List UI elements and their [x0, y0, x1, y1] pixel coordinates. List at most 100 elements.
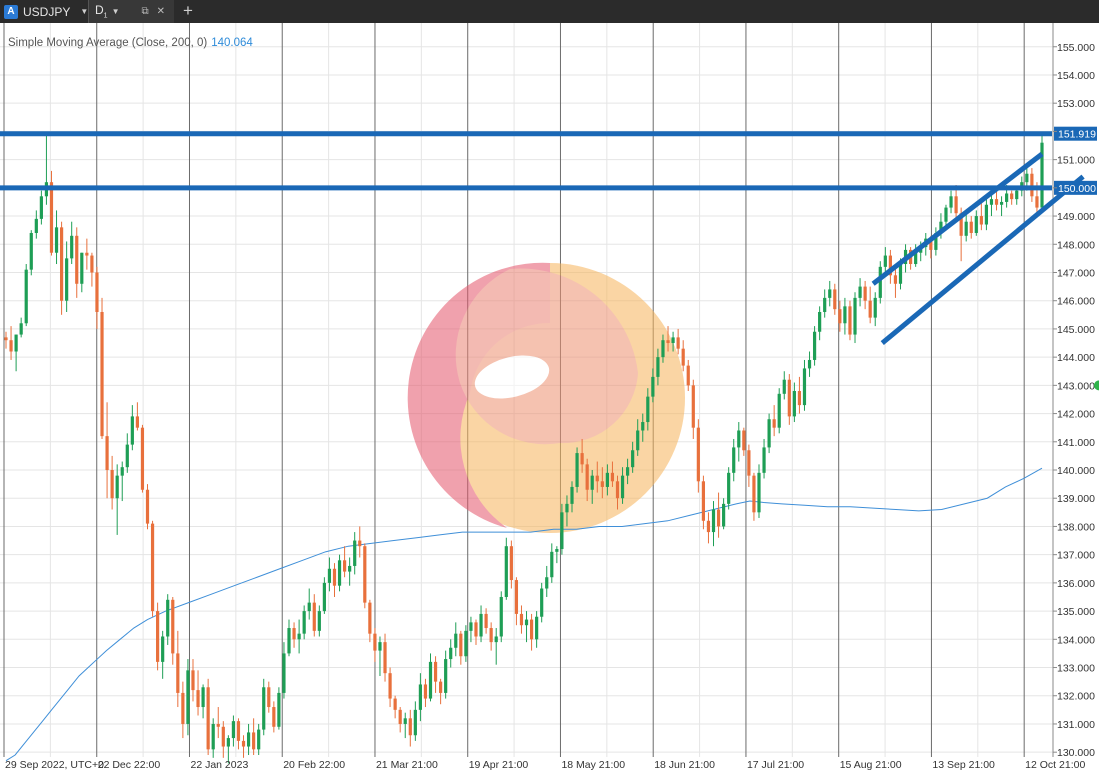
- candle: [257, 723, 261, 755]
- candle-body: [469, 622, 473, 631]
- time-tick-label: 12 Oct 21:00: [1025, 759, 1085, 771]
- candle: [863, 280, 867, 310]
- candle-body: [444, 659, 448, 693]
- candle-body: [828, 289, 832, 298]
- candle-body: [428, 661, 433, 699]
- candle-body: [358, 540, 362, 547]
- candle-body: [54, 227, 59, 253]
- candle-body: [34, 218, 38, 233]
- candle: [540, 582, 544, 623]
- candle: [459, 630, 463, 665]
- chevron-down-icon[interactable]: ▼: [112, 7, 120, 16]
- price-tick-label: 131.000: [1057, 719, 1095, 731]
- candle-body: [398, 709, 402, 724]
- candle-body: [540, 588, 544, 617]
- candle: [65, 241, 69, 312]
- candle: [297, 619, 301, 654]
- candle: [186, 659, 190, 736]
- candle: [156, 602, 160, 671]
- candle: [848, 300, 852, 341]
- candle-body: [716, 509, 721, 527]
- candle-body: [732, 447, 736, 473]
- candle-body: [322, 582, 326, 612]
- candle: [363, 543, 367, 609]
- candle-body: [100, 311, 104, 437]
- brand-watermark-logo: [407, 262, 685, 533]
- candle-body: [166, 599, 170, 637]
- time-tick-label: 20 Feb 22:00: [283, 759, 345, 771]
- time-axis[interactable]: 29 Sep 2022, UTC+022 Dec 22:00 22 Jan 202…: [5, 759, 1085, 771]
- candle-body: [196, 690, 200, 708]
- candle-body: [752, 475, 756, 513]
- candle: [706, 512, 711, 544]
- candle: [80, 252, 84, 293]
- candle-body: [863, 286, 867, 301]
- candle: [378, 636, 382, 676]
- candle-body: [666, 340, 670, 344]
- candle: [120, 461, 124, 502]
- candle-body: [140, 427, 145, 490]
- candle-body: [403, 718, 407, 724]
- candle: [474, 619, 478, 645]
- candle-body: [75, 235, 79, 284]
- candle: [44, 134, 49, 205]
- candle: [312, 594, 316, 637]
- candle: [85, 238, 89, 270]
- price-axis[interactable]: 155.000 154.000 153.000 151.000 149.000 148.0…: [1053, 42, 1099, 759]
- candle: [403, 712, 407, 739]
- candle: [95, 266, 99, 329]
- price-tick-label: 136.000: [1057, 578, 1095, 590]
- candle-body: [267, 687, 271, 708]
- candle-body: [686, 365, 690, 386]
- candle-body: [206, 687, 210, 750]
- price-tick-label: 142.000: [1057, 409, 1095, 421]
- candle: [373, 628, 377, 662]
- candle: [550, 543, 554, 583]
- candle-body: [555, 549, 559, 552]
- candle-body: [499, 596, 503, 637]
- timeframe-tab[interactable]: D1 ▼ ⧉ ✕: [88, 0, 174, 23]
- candle-body: [70, 235, 74, 259]
- candle-body: [1025, 173, 1029, 183]
- time-tick-label: 17 Jul 21:00: [747, 759, 804, 771]
- candle: [75, 227, 79, 298]
- candle-body: [191, 670, 195, 691]
- candle: [797, 376, 802, 414]
- candle-body: [545, 577, 549, 589]
- candle: [272, 701, 276, 733]
- candle-body: [418, 684, 422, 710]
- candle-body: [150, 523, 155, 612]
- candle: [1030, 168, 1034, 202]
- candle: [267, 681, 271, 713]
- candle-body: [631, 450, 635, 468]
- candle: [499, 591, 503, 643]
- horizontal-levels[interactable]: 151.919 150.000: [0, 126, 1097, 195]
- price-chart[interactable]: 151.919 150.000 155.000 154.000 153.000 151.…: [0, 23, 1099, 771]
- candle-body: [373, 633, 377, 651]
- candle: [54, 210, 59, 265]
- candle-body: [1030, 173, 1034, 197]
- candle-body: [681, 348, 685, 366]
- popout-icon[interactable]: ⧉: [142, 6, 149, 17]
- candle-body: [489, 628, 493, 643]
- candle-body: [14, 334, 18, 352]
- candle-body: [297, 633, 301, 640]
- candle: [878, 261, 882, 304]
- candle: [196, 670, 200, 716]
- candle: [742, 427, 746, 456]
- candle: [681, 340, 685, 372]
- timeframe-label: D1: [95, 3, 108, 20]
- candle: [171, 596, 175, 665]
- candle-body: [782, 379, 786, 394]
- candle-body: [378, 642, 382, 651]
- add-tab-button[interactable]: +: [178, 1, 198, 21]
- close-icon[interactable]: ✕: [157, 6, 165, 17]
- candle: [812, 326, 817, 366]
- candle-body: [636, 430, 640, 451]
- candle: [727, 467, 731, 510]
- candle: [762, 438, 766, 479]
- time-tick-label: 29 Sep 2022, UTC+0: [5, 759, 104, 771]
- indicator-legend[interactable]: Simple Moving Average (Close, 200, 0) 140…: [8, 37, 253, 49]
- candle-body: [772, 419, 776, 428]
- candle-body: [529, 619, 534, 640]
